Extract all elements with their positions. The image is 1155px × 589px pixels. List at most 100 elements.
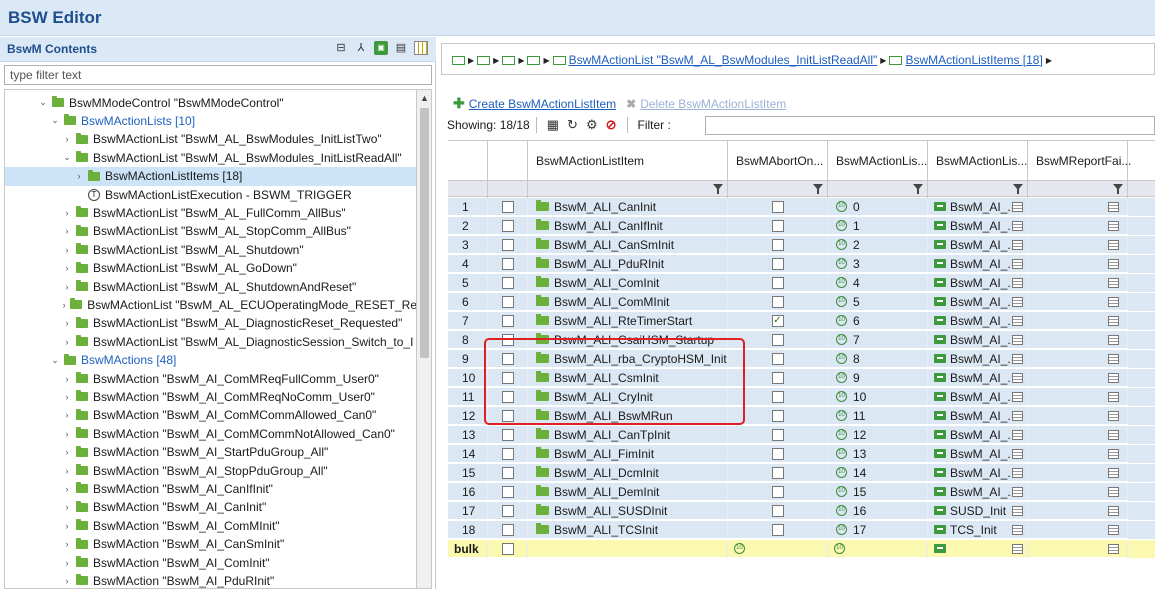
tree-item[interactable]: › BswMAction "BswM_AI_ComMCommNotAllowed_…: [5, 424, 416, 443]
chevron-right-icon[interactable]: ›: [61, 226, 73, 236]
table-row[interactable]: 6 BswM_ALI_ComMInit 10 5 BswM_AI_...: [448, 293, 1155, 311]
list-icon[interactable]: [1012, 239, 1023, 250]
item-name[interactable]: BswM_ALI_CanIfInit: [554, 219, 663, 233]
table-row[interactable]: 8 BswM_ALI_CsaiHSM_Startup 10 7 BswM_AI_...: [448, 331, 1155, 349]
tree-item[interactable]: ⌄ BswMActionList "BswM_AL_BswModules_Init…: [5, 148, 416, 167]
action-reference[interactable]: BswM_AI_...: [950, 390, 1010, 404]
view-menu-icon[interactable]: ▣: [374, 41, 388, 55]
row-select-checkbox[interactable]: [502, 447, 514, 460]
tree-item[interactable]: › BswMAction "BswM_AI_ComMInit": [5, 516, 416, 535]
abort-on-fail-checkbox[interactable]: [771, 466, 784, 479]
scrollbar-thumb[interactable]: [420, 108, 429, 358]
list-icon[interactable]: [1108, 315, 1119, 326]
chevron-right-icon[interactable]: ›: [61, 392, 73, 402]
table-row[interactable]: 16 BswM_ALI_DemInit 10 15 BswM_AI_...: [448, 483, 1155, 501]
item-name[interactable]: BswM_ALI_BswMRun: [554, 409, 673, 423]
hierarchy-icon[interactable]: ⅄: [354, 41, 368, 55]
item-name[interactable]: BswM_ALI_CanSmInit: [554, 238, 674, 252]
list-icon[interactable]: [1012, 543, 1023, 554]
table-row[interactable]: 3 BswM_ALI_CanSmInit 10 2 BswM_AI_...: [448, 236, 1155, 254]
row-select-checkbox[interactable]: [502, 523, 514, 536]
item-name[interactable]: BswM_ALI_ComInit: [554, 276, 659, 290]
chevron-right-icon[interactable]: ›: [61, 282, 73, 292]
chevron-down-icon[interactable]: ⌄: [49, 115, 61, 126]
item-index[interactable]: 6: [853, 314, 860, 328]
item-name[interactable]: BswM_ALI_CsmInit: [554, 371, 659, 385]
abort-on-fail-checkbox[interactable]: [771, 200, 784, 213]
list-icon[interactable]: [1108, 220, 1119, 231]
row-select-checkbox[interactable]: [502, 238, 514, 251]
item-name[interactable]: BswM_ALI_ComMInit: [554, 295, 669, 309]
chevron-right-icon[interactable]: ›: [61, 208, 73, 218]
tree-item[interactable]: › BswMActionList "BswM_AL_ShutdownAndRese…: [5, 277, 416, 296]
abort-on-fail-checkbox[interactable]: [771, 504, 784, 517]
abort-on-fail-checkbox[interactable]: [771, 428, 784, 441]
list-icon[interactable]: [1012, 372, 1023, 383]
item-name[interactable]: BswM_ALI_CryInit: [554, 390, 653, 404]
row-select-checkbox[interactable]: [502, 352, 514, 365]
integer-icon[interactable]: 10: [834, 543, 845, 554]
clear-filter-icon[interactable]: ⊘: [606, 117, 617, 133]
page-icon[interactable]: ▤: [394, 41, 408, 55]
item-index[interactable]: 1: [853, 219, 860, 233]
tree-item[interactable]: › BswMAction "BswM_AI_CanIfInit": [5, 479, 416, 498]
tree-item[interactable]: › BswMActionListItems [18]: [5, 166, 416, 186]
table-row[interactable]: 17 BswM_ALI_SUSDInit 10 16 SUSD_Init: [448, 502, 1155, 520]
abort-on-fail-checkbox[interactable]: [771, 409, 784, 422]
item-index[interactable]: 3: [853, 257, 860, 271]
tree-item[interactable]: › BswMActionList "BswM_AL_StopComm_AllBus…: [5, 222, 416, 241]
chevron-right-icon[interactable]: ›: [61, 558, 73, 568]
list-icon[interactable]: [1108, 467, 1119, 478]
item-index[interactable]: 9: [853, 371, 860, 385]
chevron-right-icon[interactable]: ›: [61, 466, 73, 476]
settings-icon[interactable]: ⚙: [586, 117, 598, 133]
list-icon[interactable]: [1108, 543, 1119, 554]
list-icon[interactable]: [1108, 391, 1119, 402]
list-icon[interactable]: [1108, 296, 1119, 307]
item-name[interactable]: BswM_ALI_SUSDInit: [554, 504, 667, 518]
action-reference[interactable]: BswM_AI_...: [950, 238, 1010, 252]
list-icon[interactable]: [1108, 429, 1119, 440]
item-name[interactable]: BswM_ALI_PduRInit: [554, 257, 664, 271]
item-name[interactable]: BswM_ALI_CanTpInit: [554, 428, 670, 442]
bulk-edit-row[interactable]: bulk 10 10: [448, 540, 1155, 558]
table-row[interactable]: 7 BswM_ALI_RteTimerStart 10 6 BswM_AI_...: [448, 312, 1155, 330]
table-row[interactable]: 15 BswM_ALI_DcmInit 10 14 BswM_AI_...: [448, 464, 1155, 482]
table-row[interactable]: 18 BswM_ALI_TCSInit 10 17 TCS_Init: [448, 521, 1155, 539]
action-reference[interactable]: BswM_AI_...: [950, 333, 1010, 347]
list-icon[interactable]: [1108, 448, 1119, 459]
item-index[interactable]: 16: [853, 504, 866, 518]
root-crumb-icon[interactable]: [452, 55, 465, 65]
filter-funnel-icon[interactable]: [713, 184, 723, 194]
breadcrumb-items-link[interactable]: BswMActionListItems [18]: [905, 53, 1042, 67]
list-icon[interactable]: [1012, 524, 1023, 535]
header-col-item[interactable]: BswMActionListItem: [528, 141, 728, 181]
table-row[interactable]: 12 BswM_ALI_BswMRun 10 11 BswM_AI_...: [448, 407, 1155, 425]
tree-item[interactable]: › BswMActionList "BswM_AL_FullComm_AllBus…: [5, 203, 416, 222]
abort-on-fail-checkbox[interactable]: [771, 314, 784, 327]
tree-item[interactable]: › BswMActionList "BswM_AL_GoDown": [5, 259, 416, 278]
chevron-right-icon[interactable]: ›: [61, 539, 73, 549]
list-icon[interactable]: [1012, 315, 1023, 326]
item-name[interactable]: BswM_ALI_CanInit: [554, 200, 656, 214]
header-col-report[interactable]: BswMReportFai...: [1028, 141, 1131, 181]
list-icon[interactable]: [1108, 372, 1119, 383]
abort-on-fail-checkbox[interactable]: [771, 371, 784, 384]
table-row[interactable]: 2 BswM_ALI_CanIfInit 10 1 BswM_AI_...: [448, 217, 1155, 235]
list-icon[interactable]: [1108, 505, 1119, 516]
row-select-checkbox[interactable]: [502, 314, 514, 327]
row-select-checkbox[interactable]: [502, 371, 514, 384]
breadcrumb-actionlist-link[interactable]: BswMActionList "BswM_AL_BswModules_InitL…: [569, 53, 878, 67]
table-row[interactable]: 10 BswM_ALI_CsmInit 10 9 BswM_AI_...: [448, 369, 1155, 387]
tree-item[interactable]: › BswMAction "BswM_AI_CanSmInit": [5, 535, 416, 554]
table-row[interactable]: 5 BswM_ALI_ComInit 10 4 BswM_AI_...: [448, 274, 1155, 292]
item-index[interactable]: 10: [853, 390, 866, 404]
action-reference[interactable]: SUSD_Init: [950, 504, 1010, 518]
action-reference[interactable]: BswM_AI_...: [950, 485, 1010, 499]
list-icon[interactable]: [1012, 391, 1023, 402]
action-reference[interactable]: BswM_AI_...: [950, 314, 1010, 328]
table-filter-input[interactable]: [705, 116, 1155, 135]
action-reference[interactable]: BswM_AI_...: [950, 466, 1010, 480]
chevron-right-icon[interactable]: ›: [61, 410, 73, 420]
table-row[interactable]: 4 BswM_ALI_PduRInit 10 3 BswM_AI_...: [448, 255, 1155, 273]
